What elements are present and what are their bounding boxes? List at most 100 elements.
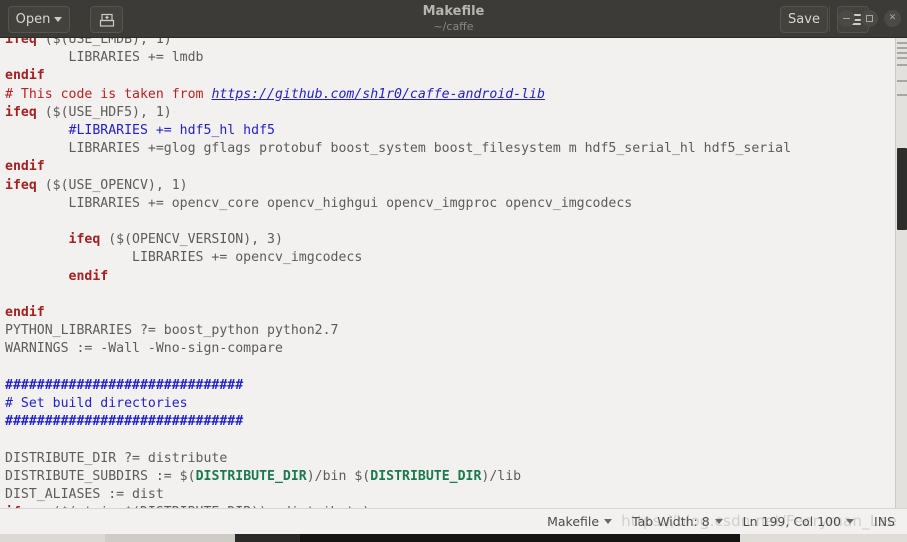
code-line: LIBRARIES += opencv_core opencv_highgui …: [5, 195, 791, 213]
code-line: endif: [5, 158, 791, 176]
code-token: LIBRARIES += opencv_imgcodecs: [5, 250, 363, 266]
code-token: DISTRIBUTE_DIR: [195, 468, 307, 484]
code-line: LIBRARIES += opencv_imgcodecs: [5, 249, 791, 267]
scrollbar-mark: [897, 80, 907, 82]
cursor-position-label: Ln 199, Col 100: [742, 514, 842, 529]
gedit-window: Open Makefile ~/caffe Save ✕ ifeq ($(USE…: [0, 0, 907, 542]
code-line: ifeq ($(USE_OPENCV), 1): [5, 177, 791, 195]
code-token: https://github.com/sh1r0/caffe-android-l…: [211, 86, 545, 102]
open-button-label: Open: [15, 12, 51, 27]
code-token: DISTRIBUTE_DIR ?= distribute: [5, 450, 228, 466]
chevron-down-icon: [604, 519, 613, 524]
code-text[interactable]: ifeq ($(USE_LMDB), 1) LIBRARIES += lmdb e…: [5, 38, 791, 508]
code-token: ifeq: [5, 177, 37, 193]
code-line: #LIBRARIES += hdf5_hl hdf5: [5, 122, 791, 140]
code-line: PYTHON_LIBRARIES ?= boost_python python2…: [5, 322, 791, 340]
file-path-subtitle: ~/caffe: [433, 20, 474, 33]
taskbar-segment: [235, 534, 300, 542]
code-line: endif: [5, 67, 791, 85]
window-titlebar: Open Makefile ~/caffe Save ✕: [0, 0, 907, 38]
chevron-down-icon: [714, 519, 723, 524]
code-token: #LIBRARIES += hdf5_hl hdf5: [5, 123, 275, 139]
code-line: LIBRARIES +=glog gflags protobuf boost_s…: [5, 140, 792, 158]
scrollbar-thumb[interactable]: [897, 148, 907, 230]
window-title-block: Makefile ~/caffe: [0, 3, 907, 34]
scrollbar-mark: [897, 94, 907, 96]
code-token: ##############################: [5, 377, 244, 393]
minimize-icon: [843, 17, 850, 20]
scrollbar-mark: [897, 64, 907, 66]
taskbar-segment: [105, 534, 235, 542]
close-button[interactable]: ✕: [884, 10, 901, 27]
taskbar-segment: [740, 534, 907, 542]
save-as-button[interactable]: [90, 6, 123, 33]
page-title: Makefile: [422, 4, 485, 19]
chevron-down-icon: [846, 519, 855, 524]
code-line: ##############################: [5, 377, 791, 395]
save-button-label: Save: [788, 12, 820, 27]
code-line: # Set build directories: [5, 395, 791, 413]
save-button[interactable]: Save: [780, 6, 828, 33]
scrollbar-mark: [897, 47, 907, 49]
scrollbar-mark: [897, 52, 907, 54]
close-icon: ✕: [888, 13, 897, 23]
chevron-down-icon: [54, 17, 63, 22]
code-token: ifeq: [5, 38, 37, 47]
code-token: ifeq: [5, 232, 101, 248]
open-button[interactable]: Open: [8, 6, 70, 33]
code-token: )/bin $(: [306, 468, 371, 484]
code-editor-area[interactable]: ifeq ($(USE_LMDB), 1) LIBRARIES += lmdb e…: [0, 38, 907, 508]
insert-mode-indicator[interactable]: INS: [874, 514, 895, 529]
code-line: endif: [5, 268, 791, 286]
code-line: ifeq ($(USE_HDF5), 1): [5, 104, 791, 122]
code-token: # Set build directories: [5, 396, 188, 412]
code-token: PYTHON_LIBRARIES ?= boost_python python2…: [5, 323, 339, 339]
window-controls: ✕: [829, 6, 901, 32]
code-line: DIST_ALIASES := dist: [5, 486, 791, 504]
code-token: LIBRARIES += opencv_core opencv_highgui …: [5, 195, 633, 211]
code-token: ifeq: [5, 104, 37, 120]
code-line: DISTRIBUTE_DIR ?= distribute: [5, 450, 791, 468]
save-as-icon: [99, 13, 114, 27]
language-selector[interactable]: Makefile: [547, 514, 613, 529]
taskbar-segment: [0, 534, 105, 542]
code-line: LIBRARIES += lmdb: [5, 49, 791, 67]
code-token: DIST_ALIASES := dist: [5, 487, 164, 503]
code-token: DISTRIBUTE_DIR: [370, 468, 482, 484]
tab-width-selector[interactable]: Tab Width: 8: [632, 514, 723, 529]
code-token: ($(USE_HDF5), 1): [36, 104, 172, 120]
code-token: endif: [5, 268, 109, 284]
code-line: ifeq ($(OPENCV_VERSION), 3): [5, 231, 791, 249]
code-token: endif: [5, 305, 45, 321]
desktop-taskbar: [0, 534, 907, 542]
insert-mode-label: INS: [874, 514, 895, 529]
scrollbar-mark: [897, 57, 907, 59]
cursor-position[interactable]: Ln 199, Col 100: [742, 514, 855, 529]
status-bar: Makefile Tab Width: 8 Ln 199, Col 100 IN…: [0, 508, 907, 534]
code-token: DISTRIBUTE_SUBDIRS := $(: [5, 468, 196, 484]
code-token: )/lib: [481, 468, 522, 484]
code-token: ($(USE_OPENCV), 1): [36, 177, 188, 193]
code-token: WARNINGS := -Wall -Wno-sign-compare: [5, 341, 283, 357]
code-token: ($(OPENCV_VERSION), 3): [100, 232, 283, 248]
code-token: ##############################: [5, 414, 244, 430]
code-token: ($(USE_LMDB), 1): [36, 38, 172, 47]
tab-width-label: Tab Width: 8: [632, 514, 710, 529]
code-line: DISTRIBUTE_SUBDIRS := $(DISTRIBUTE_DIR)/…: [5, 468, 791, 486]
minimize-button[interactable]: [838, 10, 855, 27]
code-line: ifeq ($(USE_LMDB), 1): [5, 38, 791, 49]
vertical-scrollbar[interactable]: [895, 38, 907, 508]
language-label: Makefile: [547, 514, 600, 529]
scrollbar-mark: [897, 42, 907, 44]
code-token: endif: [5, 68, 45, 84]
taskbar-segment: [300, 534, 740, 542]
maximize-button[interactable]: [861, 10, 878, 27]
code-line: ##############################: [5, 413, 791, 431]
code-token: endif: [5, 159, 45, 175]
code-token: LIBRARIES +=glog gflags protobuf boost_s…: [5, 141, 792, 157]
code-line: endif: [5, 304, 791, 322]
